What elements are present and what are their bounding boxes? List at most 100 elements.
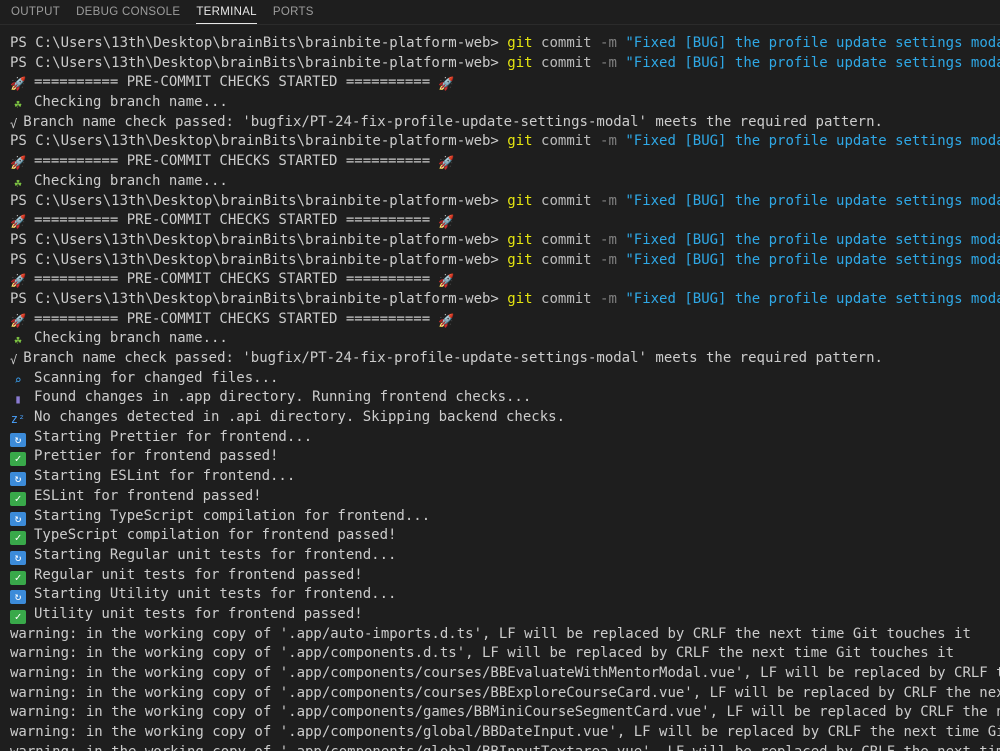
git-subcommand: commit <box>541 133 592 150</box>
line-text: Checking branch name... <box>34 172 228 189</box>
output-line: 🚀 ========== PRE-COMMIT CHECKS STARTED ==… <box>10 73 1000 93</box>
git-subcommand: commit <box>541 290 592 307</box>
line-text: Regular unit tests for frontend passed! <box>34 566 363 583</box>
line-text: Found changes in .app directory. Running… <box>34 389 532 406</box>
output-line: 🚀 ========== PRE-COMMIT CHECKS STARTED ==… <box>10 310 1000 330</box>
commit-message: "Fixed [BUG] the profile update settings… <box>625 192 1000 209</box>
line-text: Starting ESLint for frontend... <box>34 468 296 485</box>
rocket-icon: 🚀 <box>438 156 455 172</box>
refresh-icon: ↻ <box>10 432 26 447</box>
git-keyword: git <box>507 290 533 307</box>
command-line: PS C:\Users\13th\Desktop\brainBits\brain… <box>10 251 1000 271</box>
output-line: ☘ Checking branch name... <box>10 93 1000 113</box>
prompt-path: PS C:\Users\13th\Desktop\brainBits\brain… <box>10 192 508 209</box>
command-line: PS C:\Users\13th\Desktop\brainBits\brain… <box>10 132 1000 152</box>
line-text: No changes detected in .api directory. S… <box>34 409 566 426</box>
line-text: Starting TypeScript compilation for fron… <box>34 507 431 524</box>
rocket-icon: 🚀 <box>10 77 27 93</box>
prompt-path: PS C:\Users\13th\Desktop\brainBits\brain… <box>10 251 508 268</box>
tab-output[interactable]: OUTPUT <box>11 0 60 24</box>
line-text: Branch name check passed: 'bugfix/PT-24-… <box>23 113 883 130</box>
output-line: ✓ TypeScript compilation for frontend pas… <box>10 526 1000 546</box>
line-text: warning: in the working copy of '.app/co… <box>10 665 1000 681</box>
output-line: ↻ Starting Prettier for frontend... <box>10 428 1000 448</box>
output-line: 🚀 ========== PRE-COMMIT CHECKS STARTED ==… <box>10 152 1000 172</box>
command-line: PS C:\Users\13th\Desktop\brainBits\brain… <box>10 290 1000 310</box>
output-line: warning: in the working copy of '.app/co… <box>10 664 1000 684</box>
output-line: ✓ Utility unit tests for frontend passed! <box>10 605 1000 625</box>
commit-message: "Fixed [BUG] the profile update settings… <box>625 231 1000 248</box>
output-line: ☘ Checking branch name... <box>10 172 1000 192</box>
refresh-icon: ↻ <box>10 511 26 526</box>
git-keyword: git <box>507 192 533 209</box>
line-text: Branch name check passed: 'bugfix/PT-24-… <box>23 350 883 366</box>
output-line: ↻ Starting Utility unit tests for fronten… <box>10 585 1000 605</box>
tab-debug-console[interactable]: DEBUG CONSOLE <box>76 0 180 24</box>
prompt-path: PS C:\Users\13th\Desktop\brainBits\brain… <box>10 231 508 248</box>
output-line: warning: in the working copy of '.app/co… <box>10 723 1000 743</box>
command-line: PS C:\Users\13th\Desktop\brainBits\brain… <box>10 231 1000 251</box>
line-text: ========== PRE-COMMIT CHECKS STARTED ===… <box>34 212 431 229</box>
rocket-icon: 🚀 <box>10 156 27 172</box>
line-text: ========== PRE-COMMIT CHECKS STARTED ===… <box>34 74 431 91</box>
commit-message: "Fixed [BUG] the profile update settings… <box>625 54 1000 71</box>
command-flag: -m <box>600 251 617 268</box>
command-flag: -m <box>600 192 617 209</box>
output-line: √ Branch name check passed: 'bugfix/PT-24… <box>10 113 1000 133</box>
rocket-icon: 🚀 <box>10 215 27 231</box>
line-text: Utility unit tests for frontend passed! <box>34 605 363 622</box>
line-text: TypeScript compilation for frontend pass… <box>34 527 397 544</box>
line-text: ========== PRE-COMMIT CHECKS STARTED ===… <box>34 153 431 170</box>
refresh-icon: ↻ <box>10 472 26 487</box>
line-text: ========== PRE-COMMIT CHECKS STARTED ===… <box>34 271 431 288</box>
line-text: Starting Regular unit tests for frontend… <box>34 546 397 563</box>
leaf-icon: ☘ <box>14 97 22 112</box>
line-text: ========== PRE-COMMIT CHECKS STARTED ===… <box>34 310 431 327</box>
git-subcommand: commit <box>541 35 592 51</box>
line-text: warning: in the working copy of '.app/co… <box>10 684 1000 701</box>
git-keyword: git <box>507 35 533 51</box>
output-line: ⌕ Scanning for changed files... <box>10 369 1000 389</box>
rocket-icon: 🚀 <box>438 313 455 329</box>
leaf-icon: ☘ <box>14 175 22 190</box>
prompt-path: PS C:\Users\13th\Desktop\brainBits\brain… <box>10 54 508 71</box>
panel-tab-bar: OUTPUT DEBUG CONSOLE TERMINAL PORTS <box>0 0 1000 25</box>
command-line: PS C:\Users\13th\Desktop\brainBits\brain… <box>10 192 1000 212</box>
output-line: warning: in the working copy of '.app/co… <box>10 684 1000 704</box>
tick-icon: √ <box>10 116 18 131</box>
phone-icon: ▮ <box>14 392 22 407</box>
commit-message: "Fixed [BUG] the profile update settings… <box>625 35 1000 51</box>
line-text: Prettier for frontend passed! <box>34 448 279 465</box>
output-line: zᶻ No changes detected in .api directory.… <box>10 408 1000 428</box>
git-subcommand: commit <box>541 54 592 71</box>
git-keyword: git <box>507 54 533 71</box>
command-flag: -m <box>600 54 617 71</box>
output-line: ▮ Found changes in .app directory. Runnin… <box>10 388 1000 408</box>
tab-terminal[interactable]: TERMINAL <box>196 0 257 24</box>
rocket-icon: 🚀 <box>10 313 27 329</box>
command-line: PS C:\Users\13th\Desktop\brainBits\brain… <box>10 34 1000 54</box>
rocket-icon: 🚀 <box>438 274 455 290</box>
command-flag: -m <box>600 231 617 248</box>
line-text: warning: in the working copy of '.app/co… <box>10 645 955 662</box>
commit-message: "Fixed [BUG] the profile update settings… <box>625 133 1000 150</box>
rocket-icon: 🚀 <box>438 215 455 231</box>
command-line: PS C:\Users\13th\Desktop\brainBits\brain… <box>10 54 1000 74</box>
check-icon: ✓ <box>10 570 26 585</box>
rocket-icon: 🚀 <box>10 274 27 290</box>
terminal-output[interactable]: PS C:\Users\13th\Desktop\brainBits\brain… <box>0 25 1000 751</box>
output-line: ↻ Starting Regular unit tests for fronten… <box>10 546 1000 566</box>
leaf-icon: ☘ <box>14 333 22 348</box>
output-line: warning: in the working copy of '.app/au… <box>10 625 1000 645</box>
line-text: warning: in the working copy of '.app/au… <box>10 625 971 642</box>
tab-ports[interactable]: PORTS <box>273 0 314 24</box>
command-flag: -m <box>600 35 617 51</box>
git-keyword: git <box>507 231 533 248</box>
tick-icon: √ <box>10 353 18 367</box>
output-line: warning: in the working copy of '.app/co… <box>10 703 1000 723</box>
prompt-path: PS C:\Users\13th\Desktop\brainBits\brain… <box>10 290 508 307</box>
prompt-path: PS C:\Users\13th\Desktop\brainBits\brain… <box>10 133 508 150</box>
line-text: Starting Prettier for frontend... <box>34 428 313 445</box>
rocket-icon: 🚀 <box>438 77 455 93</box>
refresh-icon: ↻ <box>10 590 26 605</box>
